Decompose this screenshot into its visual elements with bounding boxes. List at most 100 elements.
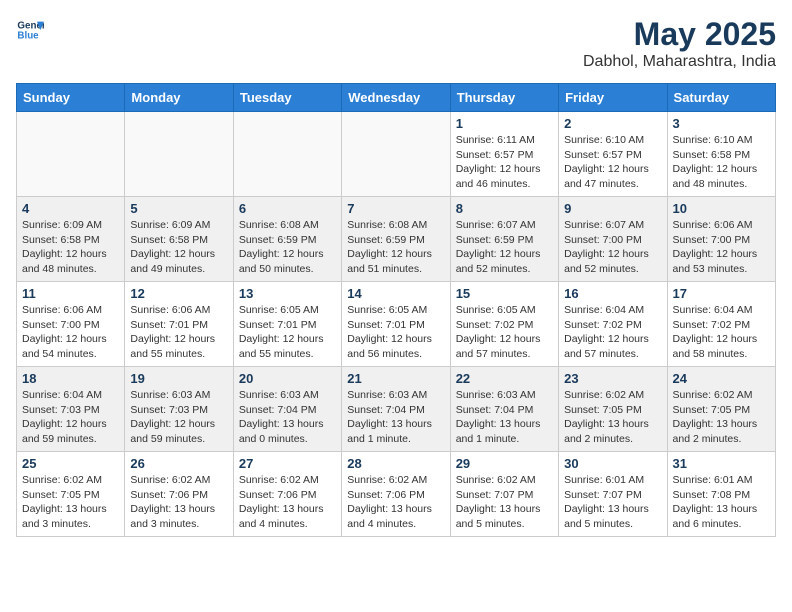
day-info: Sunrise: 6:02 AMSunset: 7:06 PMDaylight:… [130,473,227,532]
day-info: Sunrise: 6:02 AMSunset: 7:05 PMDaylight:… [22,473,119,532]
day-number: 7 [347,201,444,216]
day-number: 3 [673,116,770,131]
calendar-cell: 17Sunrise: 6:04 AMSunset: 7:02 PMDayligh… [667,282,775,367]
day-number: 30 [564,456,661,471]
calendar-cell: 26 Sunrise: 6:02 AMSunset: 7:06 PMDayligh… [125,452,233,537]
calendar-cell: 24 Sunrise: 6:02 AMSunset: 7:05 PMDayligh… [667,367,775,452]
day-info: Sunrise: 6:02 AMSunset: 7:06 PMDaylight:… [347,473,444,532]
day-info: Sunrise: 6:06 AMSunset: 7:00 PMDaylight:… [673,218,770,277]
calendar-cell: 10 Sunrise: 6:06 AMSunset: 7:00 PMDayligh… [667,197,775,282]
day-number: 18 [22,371,119,386]
calendar-cell: 5 Sunrise: 6:09 AMSunset: 6:58 PMDaylight… [125,197,233,282]
week-row-5: 25 Sunrise: 6:02 AMSunset: 7:05 PMDayligh… [17,452,776,537]
day-info: Sunrise: 6:01 AMSunset: 7:07 PMDaylight:… [564,473,661,532]
day-info: Sunrise: 6:02 AMSunset: 7:05 PMDaylight:… [564,388,661,447]
day-number: 15 [456,286,553,301]
weekday-header-tuesday: Tuesday [233,84,341,112]
calendar-cell: 22 Sunrise: 6:03 AMSunset: 7:04 PMDayligh… [450,367,558,452]
day-info: Sunrise: 6:07 AMSunset: 6:59 PMDaylight:… [456,218,553,277]
calendar-cell: 3Sunrise: 6:10 AMSunset: 6:58 PMDaylight… [667,112,775,197]
calendar-cell: 8 Sunrise: 6:07 AMSunset: 6:59 PMDaylight… [450,197,558,282]
calendar-cell: 14 Sunrise: 6:05 AMSunset: 7:01 PMDayligh… [342,282,450,367]
day-number: 25 [22,456,119,471]
weekday-header-friday: Friday [559,84,667,112]
day-info: Sunrise: 6:03 AMSunset: 7:03 PMDaylight:… [130,388,227,447]
day-info: Sunrise: 6:04 AMSunset: 7:02 PMDaylight:… [564,303,661,362]
calendar-cell: 9 Sunrise: 6:07 AMSunset: 7:00 PMDaylight… [559,197,667,282]
day-number: 21 [347,371,444,386]
day-info: Sunrise: 6:01 AMSunset: 7:08 PMDaylight:… [673,473,770,532]
location-title: Dabhol, Maharashtra, India [583,53,776,71]
day-info: Sunrise: 6:05 AMSunset: 7:02 PMDaylight:… [456,303,553,362]
day-number: 31 [673,456,770,471]
day-info: Sunrise: 6:09 AMSunset: 6:58 PMDaylight:… [130,218,227,277]
day-number: 1 [456,116,553,131]
calendar-cell: 31 Sunrise: 6:01 AMSunset: 7:08 PMDayligh… [667,452,775,537]
day-info: Sunrise: 6:02 AMSunset: 7:05 PMDaylight:… [673,388,770,447]
weekday-header-thursday: Thursday [450,84,558,112]
calendar-cell: 15 Sunrise: 6:05 AMSunset: 7:02 PMDayligh… [450,282,558,367]
day-info: Sunrise: 6:03 AMSunset: 7:04 PMDaylight:… [347,388,444,447]
day-number: 14 [347,286,444,301]
day-number: 19 [130,371,227,386]
day-info: Sunrise: 6:04 AMSunset: 7:02 PMDaylight:… [673,303,770,362]
day-info: Sunrise: 6:04 AMSunset: 7:03 PMDaylight:… [22,388,119,447]
calendar-cell: 18 Sunrise: 6:04 AMSunset: 7:03 PMDayligh… [17,367,125,452]
day-info: Sunrise: 6:08 AMSunset: 6:59 PMDaylight:… [239,218,336,277]
day-number: 6 [239,201,336,216]
day-number: 22 [456,371,553,386]
calendar-cell: 16Sunrise: 6:04 AMSunset: 7:02 PMDayligh… [559,282,667,367]
day-info: Sunrise: 6:07 AMSunset: 7:00 PMDaylight:… [564,218,661,277]
day-info: Sunrise: 6:10 AMSunset: 6:57 PMDaylight:… [564,133,661,192]
calendar-cell: 1 Sunrise: 6:11 AMSunset: 6:57 PMDaylight… [450,112,558,197]
day-number: 10 [673,201,770,216]
day-number: 8 [456,201,553,216]
day-number: 28 [347,456,444,471]
weekday-header-sunday: Sunday [17,84,125,112]
weekday-header-saturday: Saturday [667,84,775,112]
calendar-cell: 6 Sunrise: 6:08 AMSunset: 6:59 PMDaylight… [233,197,341,282]
week-row-4: 18 Sunrise: 6:04 AMSunset: 7:03 PMDayligh… [17,367,776,452]
day-number: 26 [130,456,227,471]
day-info: Sunrise: 6:06 AMSunset: 7:01 PMDaylight:… [130,303,227,362]
week-row-2: 4 Sunrise: 6:09 AMSunset: 6:58 PMDaylight… [17,197,776,282]
calendar-cell: 13Sunrise: 6:05 AMSunset: 7:01 PMDayligh… [233,282,341,367]
calendar-cell: 12 Sunrise: 6:06 AMSunset: 7:01 PMDayligh… [125,282,233,367]
calendar-cell: 25 Sunrise: 6:02 AMSunset: 7:05 PMDayligh… [17,452,125,537]
calendar-cell: 23 Sunrise: 6:02 AMSunset: 7:05 PMDayligh… [559,367,667,452]
day-number: 2 [564,116,661,131]
day-info: Sunrise: 6:02 AMSunset: 7:06 PMDaylight:… [239,473,336,532]
day-number: 29 [456,456,553,471]
day-number: 20 [239,371,336,386]
calendar-cell: 20Sunrise: 6:03 AMSunset: 7:04 PMDayligh… [233,367,341,452]
day-number: 13 [239,286,336,301]
day-number: 11 [22,286,119,301]
logo-icon: General Blue [16,16,44,44]
month-title: May 2025 [583,16,776,53]
day-info: Sunrise: 6:08 AMSunset: 6:59 PMDaylight:… [347,218,444,277]
day-number: 5 [130,201,227,216]
calendar-cell: 27 Sunrise: 6:02 AMSunset: 7:06 PMDayligh… [233,452,341,537]
calendar-cell: 2 Sunrise: 6:10 AMSunset: 6:57 PMDaylight… [559,112,667,197]
calendar-cell [17,112,125,197]
day-info: Sunrise: 6:02 AMSunset: 7:07 PMDaylight:… [456,473,553,532]
calendar-cell [233,112,341,197]
day-info: Sunrise: 6:03 AMSunset: 7:04 PMDaylight:… [456,388,553,447]
svg-text:Blue: Blue [17,30,39,41]
calendar-cell: 28 Sunrise: 6:02 AMSunset: 7:06 PMDayligh… [342,452,450,537]
title-area: May 2025 Dabhol, Maharashtra, India [583,16,776,71]
day-number: 12 [130,286,227,301]
day-number: 9 [564,201,661,216]
day-info: Sunrise: 6:05 AMSunset: 7:01 PMDaylight:… [347,303,444,362]
day-number: 27 [239,456,336,471]
calendar-table: SundayMondayTuesdayWednesdayThursdayFrid… [16,83,776,537]
week-row-3: 11Sunrise: 6:06 AMSunset: 7:00 PMDayligh… [17,282,776,367]
day-number: 4 [22,201,119,216]
weekday-header-row: SundayMondayTuesdayWednesdayThursdayFrid… [17,84,776,112]
day-info: Sunrise: 6:11 AMSunset: 6:57 PMDaylight:… [456,133,553,192]
day-number: 24 [673,371,770,386]
logo: General Blue General Blue [16,16,44,44]
day-number: 23 [564,371,661,386]
calendar-cell [125,112,233,197]
calendar-cell: 4Sunrise: 6:09 AMSunset: 6:58 PMDaylight… [17,197,125,282]
